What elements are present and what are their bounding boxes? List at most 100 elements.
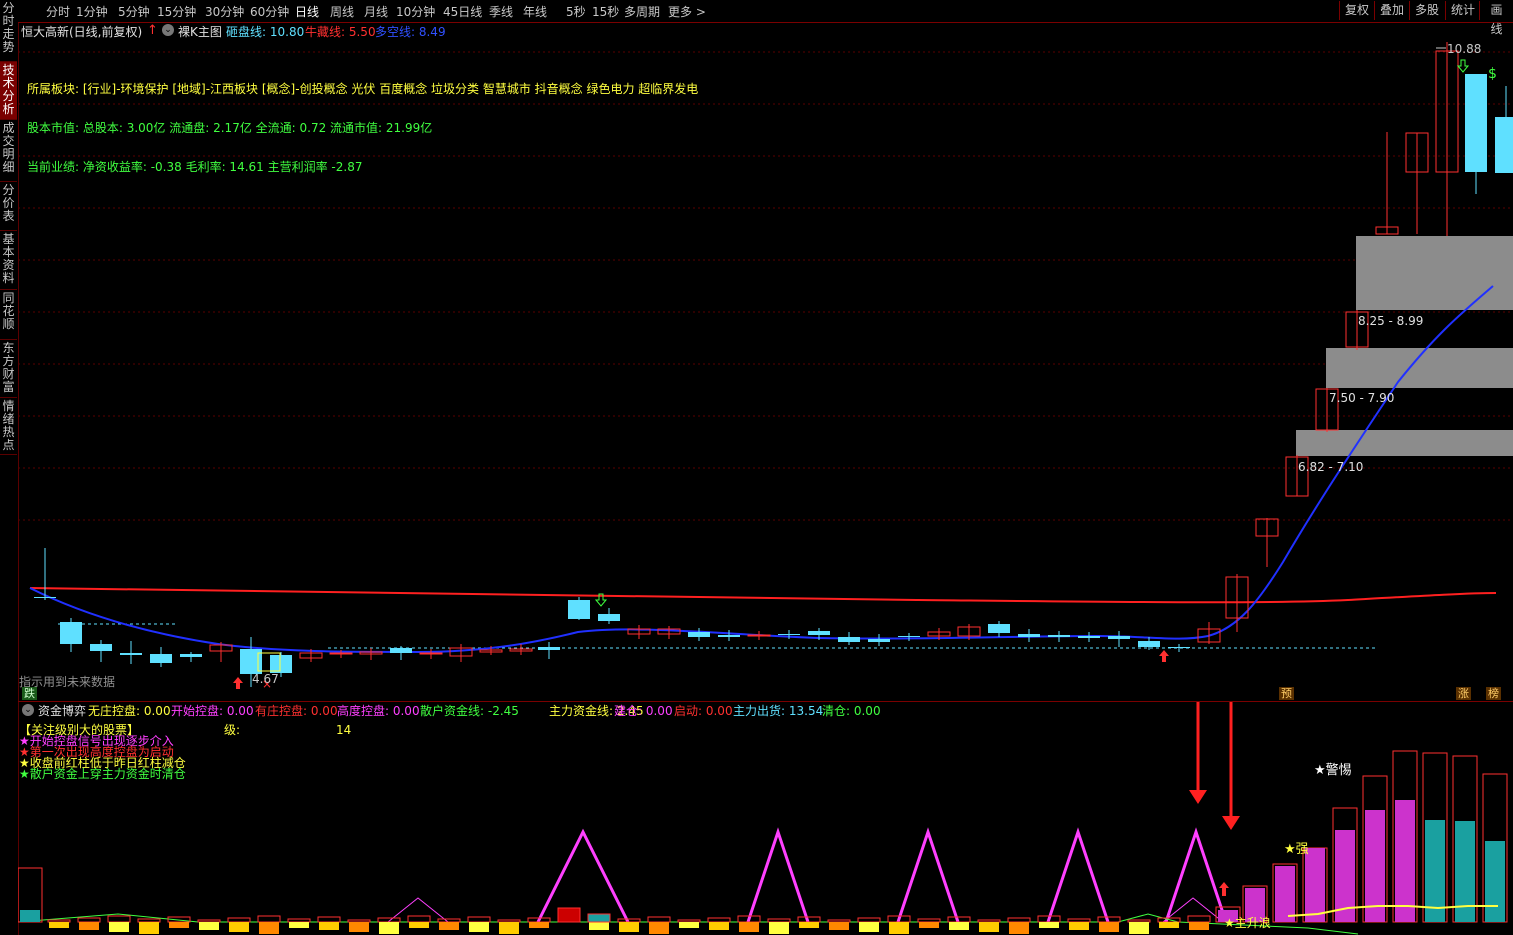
small-yellow-bar (859, 922, 879, 932)
sidebar-tab-7[interactable]: 情绪热点 (0, 398, 17, 455)
badge-bang: 榜 (1486, 687, 1501, 700)
timeframe-tab-1[interactable]: 1分钟 (76, 3, 108, 20)
candle-body (1138, 641, 1160, 647)
small-fund-bar (47, 919, 71, 923)
sidebar-tab-1[interactable]: 技术分析 (0, 62, 17, 120)
sidebar-tab-2[interactable]: 成交明细 (0, 120, 17, 182)
timeframe-tab-15[interactable]: 多周期 (624, 3, 660, 20)
toolbar-button-0[interactable]: 复权 (1339, 1, 1374, 20)
small-yellow-bar (409, 922, 429, 928)
candle-body (329, 652, 353, 655)
red-pointer-arrow-icon (1189, 790, 1207, 804)
small-yellow-bar (289, 922, 309, 928)
candle-body (838, 637, 860, 642)
small-fund-bar (857, 917, 881, 923)
small-yellow-bar (889, 922, 909, 934)
candle-body (868, 639, 890, 642)
timeframe-tab-13[interactable]: 5秒 (566, 3, 586, 20)
candle-body (718, 635, 740, 637)
candle-body (778, 634, 800, 635)
small-yellow-bar (169, 922, 189, 928)
annotation-warning: ★警惕 (1314, 763, 1352, 778)
small-yellow-bar (1069, 922, 1089, 930)
timeframe-tab-10[interactable]: 45日线 (443, 3, 482, 20)
cyan-fund-bar (587, 913, 611, 923)
timeframe-tab-0[interactable]: 分时 (46, 3, 70, 20)
signal-triangle (896, 827, 960, 923)
small-yellow-bar (529, 922, 549, 928)
small-fund-bar (707, 917, 731, 923)
dollar-icon: $ (1488, 66, 1497, 82)
timeframe-tab-2[interactable]: 5分钟 (118, 3, 150, 20)
small-fund-bar (227, 917, 251, 923)
timeframe-tab-3[interactable]: 15分钟 (157, 3, 196, 20)
candle-body (1108, 636, 1130, 639)
candle-body (90, 644, 112, 651)
candle-body (598, 614, 620, 621)
timeframe-tab-9[interactable]: 10分钟 (396, 3, 435, 20)
capital-game-chart[interactable] (18, 702, 1513, 935)
small-yellow-bar (499, 922, 519, 934)
small-yellow-bar (739, 922, 759, 932)
timeframe-tab-4[interactable]: 30分钟 (205, 3, 244, 20)
small-fund-bar (1067, 918, 1091, 923)
small-fund-bar (137, 918, 161, 923)
small-yellow-bar (1039, 922, 1059, 928)
timeframe-tab-6[interactable]: 日线 (295, 3, 319, 20)
price-label-low: 4.67 (252, 672, 279, 686)
sidebar-tab-5[interactable]: 同花顺 (0, 290, 17, 340)
small-fund-bar (617, 918, 641, 923)
timeframe-tab-5[interactable]: 60分钟 (250, 3, 289, 20)
toolbar-button-2[interactable]: 多股 (1409, 1, 1444, 20)
small-yellow-bar (139, 922, 159, 934)
candle-body (898, 636, 920, 637)
rise-fund-bar (1485, 841, 1505, 922)
small-fund-bar (497, 919, 521, 923)
small-yellow-bar (319, 922, 339, 930)
signal-triangle (1164, 827, 1228, 923)
timeframe-tab-16[interactable]: 更多 > (668, 3, 706, 20)
sidebar-tab-6[interactable]: 东方财富 (0, 340, 17, 398)
badge-pre: 预 (1279, 687, 1294, 700)
rise-fund-bar (1275, 866, 1295, 922)
toolbar-button-4[interactable]: 画线 (1479, 1, 1513, 36)
small-fund-bar (677, 919, 701, 923)
small-yellow-bar (229, 922, 249, 932)
candle-body (988, 624, 1010, 633)
candle-body (270, 655, 292, 673)
small-yellow-bar (589, 922, 609, 930)
signal-triangle (1046, 827, 1110, 923)
small-yellow-bar (49, 922, 69, 928)
timeframe-tab-8[interactable]: 月线 (364, 3, 388, 20)
small-yellow-bar (349, 922, 369, 932)
small-fund-bar (467, 916, 491, 923)
small-fund-bar (77, 917, 101, 923)
main-kline-chart[interactable]: ×$ (18, 22, 1513, 702)
timeframe-tab-12[interactable]: 年线 (523, 3, 547, 20)
small-yellow-bar (829, 922, 849, 930)
sidebar-tab-0[interactable]: 分时走势 (0, 0, 17, 62)
timeframe-tab-11[interactable]: 季线 (489, 3, 513, 20)
sidebar-tab-4[interactable]: 基本资料 (0, 231, 17, 290)
small-yellow-bar (1099, 922, 1119, 932)
candle-body (1018, 634, 1040, 637)
sidebar-tab-3[interactable]: 分价表 (0, 182, 17, 231)
red-pointer-arrow-icon (1222, 816, 1240, 830)
candle-body (1465, 74, 1487, 172)
small-fund-bar (767, 918, 791, 923)
timeframe-tab-14[interactable]: 15秒 (592, 3, 619, 20)
signal-triangle (536, 828, 630, 923)
sidebar: 分时走势 技术分析 成交明细 分价表 基本资料 同花顺 东方财富 情绪热点 (0, 0, 19, 935)
small-fund-bar (407, 915, 431, 923)
red-long-line (29, 587, 1497, 604)
small-fund-bar (287, 918, 311, 923)
toolbar-button-3[interactable]: 统计 (1445, 1, 1480, 20)
down-arrow-icon (1456, 59, 1470, 73)
toolbar-button-1[interactable]: 叠加 (1374, 1, 1409, 20)
candle-body (1078, 636, 1100, 638)
timeframe-tab-7[interactable]: 周线 (330, 3, 354, 20)
candle-body (60, 622, 82, 644)
small-fund-bar (197, 919, 221, 923)
signal-triangle (746, 827, 810, 923)
annotation-strong: ★强 (1284, 842, 1309, 857)
